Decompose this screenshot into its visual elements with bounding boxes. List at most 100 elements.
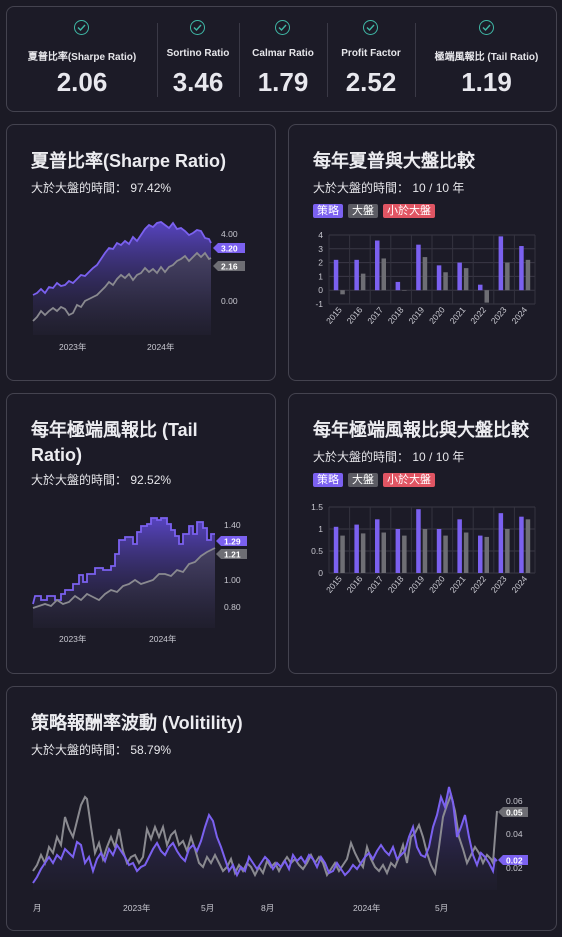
sharpe-yearly-bar-chart[interactable]: 43210-12015 2016 2017 2018 2019 2020 2021 2022 2… <box>289 125 558 382</box>
strategy-bar <box>416 244 421 291</box>
y-tick-label: 4 <box>318 230 323 240</box>
market-last-value: 0.05 <box>506 808 523 818</box>
x-tick-label: 5月 <box>201 903 214 913</box>
x-tick-label: 2023年 <box>59 342 87 352</box>
x-tick-label: 2017 <box>365 305 385 326</box>
strategy-area <box>33 787 497 890</box>
x-tick-label: 2022 <box>468 574 488 595</box>
market-bar <box>422 257 428 291</box>
x-tick-label: 2020 <box>427 574 447 595</box>
strategy-last-value: 3.20 <box>221 244 238 254</box>
market-bar <box>360 273 366 291</box>
metric-value: 1.79 <box>257 67 309 97</box>
y-tick-label: 0.04 <box>506 829 523 839</box>
y-tick-label: 2 <box>318 258 323 268</box>
strategy-bar <box>354 259 359 291</box>
market-last-value: 2.16 <box>221 262 238 272</box>
x-tick-label: 2017 <box>365 574 385 595</box>
y-tick-label: 1 <box>318 271 323 281</box>
tail-ratio-rolling-chart[interactable]: 1.40 1.00 0.80 1.29 1.21 2023年 2024年 <box>7 394 277 675</box>
strategy-last-value: 1.29 <box>224 537 241 547</box>
market-bar <box>402 535 407 573</box>
check-icon <box>275 20 290 35</box>
strategy-bar <box>333 526 339 573</box>
y-tick-label: 1.00 <box>224 575 241 585</box>
strategy-bar <box>498 513 504 573</box>
y-tick-label: -1 <box>315 299 323 309</box>
check-icon <box>363 20 378 35</box>
check-icon <box>190 20 205 35</box>
market-bar <box>422 529 428 573</box>
x-tick-label: 2022 <box>468 305 488 326</box>
tail-yearly-bar-chart[interactable]: 1.5 1 0.5 02015 2016 2017 2018 2019 2020 2021 2022… <box>289 394 558 675</box>
sharpe-yearly-card: 每年夏普與大盤比較 大於大盤的時間： 10 / 10 年 策略 大盤 小於大盤 43… <box>288 124 557 381</box>
x-tick-label: 2024年 <box>353 903 381 913</box>
market-bar <box>443 535 448 573</box>
strategy-bar <box>478 535 483 573</box>
x-tick-label: 2020 <box>427 305 447 326</box>
metric-profit-factor: Profit Factor 2.52 <box>327 7 415 111</box>
y-tick-label: 0.80 <box>224 602 241 612</box>
metric-label: 極端風報比 (Tail Ratio) <box>434 52 539 63</box>
x-tick-label: 2023 <box>489 574 509 595</box>
metric-sharpe: 夏普比率(Sharpe Ratio) 2.06 <box>7 7 157 111</box>
y-tick-label: 0.00 <box>221 296 238 306</box>
y-tick-label: 3 <box>318 244 323 254</box>
strategy-bar <box>354 524 359 573</box>
x-tick-label: 2021 <box>448 305 468 326</box>
y-tick-label: 0 <box>318 285 323 295</box>
market-last-value: 1.21 <box>224 550 241 560</box>
tail-yearly-card: 每年極端風報比與大盤比較 大於大盤的時間： 10 / 10 年 策略 大盤 小於大盤… <box>288 393 557 674</box>
metric-value: 1.19 <box>461 67 512 97</box>
x-tick-label: 2015 <box>324 574 344 595</box>
x-tick-label: 2016 <box>345 574 365 595</box>
x-tick-label: 2024年 <box>149 634 177 644</box>
strategy-bar <box>395 529 401 573</box>
strategy-bar <box>478 284 483 291</box>
sharpe-rolling-chart[interactable]: 4.00 0.00 3.20 2.16 2023年 2024年 <box>7 125 277 382</box>
x-tick-label: 2019 <box>406 305 426 326</box>
volatility-card: 策略報酬率波動 (Volitility) 大於大盤的時間： 58.79% 0.0… <box>6 686 557 931</box>
metric-label: Sortino Ratio <box>166 48 230 59</box>
strategy-bar <box>375 240 380 291</box>
market-bar <box>463 268 469 291</box>
metric-tail-ratio: 極端風報比 (Tail Ratio) 1.19 <box>415 7 558 111</box>
check-icon <box>74 20 89 35</box>
x-tick-label: 2018 <box>386 574 406 595</box>
market-bar <box>525 259 531 291</box>
x-tick-label: 8月 <box>261 903 274 913</box>
x-tick-label: 2018 <box>386 305 406 326</box>
y-tick-label: 4.00 <box>221 229 238 239</box>
y-tick-label: 1 <box>318 524 323 534</box>
x-tick-label: 2016 <box>345 305 365 326</box>
x-tick-label: 2015 <box>324 305 344 326</box>
strategy-last-value: 0.02 <box>506 856 523 866</box>
check-icon <box>478 20 494 35</box>
x-tick-label: 2023年 <box>123 903 151 913</box>
metric-label: Profit Factor <box>341 48 401 59</box>
market-bar <box>381 532 386 573</box>
strategy-bar <box>457 262 462 291</box>
strategy-bar <box>375 519 380 573</box>
market-bar <box>505 262 510 291</box>
strategy-bar <box>333 259 339 291</box>
x-tick-label: 5月 <box>435 903 448 913</box>
market-bar <box>525 519 531 573</box>
metric-value: 2.06 <box>56 67 108 97</box>
metric-value: 2.52 <box>345 67 397 97</box>
market-bar <box>484 290 489 303</box>
x-tick-label: 2023 <box>489 305 509 326</box>
volatility-chart[interactable]: 0.06 0.04 0.02 0.05 0.02 月 2023年 5月 8月 2… <box>7 687 558 932</box>
metric-sortino: Sortino Ratio 3.46 <box>157 7 239 111</box>
x-tick-label: 2024 <box>509 305 529 326</box>
y-tick-label: 0.06 <box>506 796 523 806</box>
strategy-bar <box>395 281 401 291</box>
strategy-bar <box>436 265 442 291</box>
y-tick-label: 0 <box>318 568 323 578</box>
strategy-bar <box>519 516 524 573</box>
market-bar <box>402 290 407 291</box>
strategy-bar <box>436 529 442 573</box>
x-tick-label: 2019 <box>406 574 426 595</box>
y-tick-label: 1.40 <box>224 520 241 530</box>
strategy-bar <box>498 236 504 291</box>
